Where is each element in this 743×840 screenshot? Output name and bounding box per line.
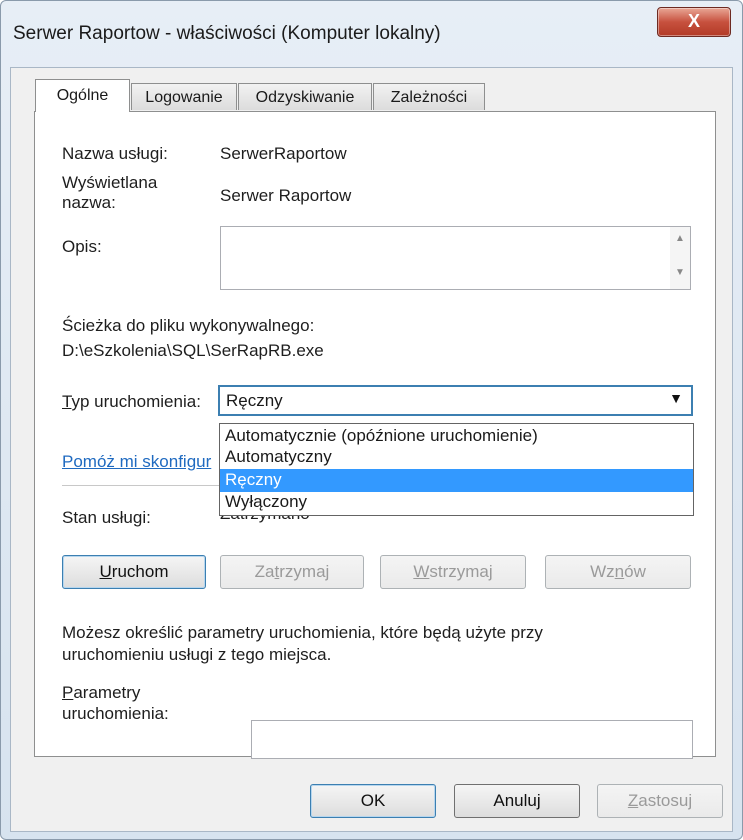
- title-bar[interactable]: Serwer Raportow - właściwości (Komputer …: [1, 1, 742, 67]
- description-scrollbar[interactable]: ▲ ▼: [670, 227, 690, 289]
- description-field[interactable]: ▲ ▼: [220, 226, 691, 290]
- startup-option-automatic-delayed[interactable]: Automatycznie (opóźnione uruchomienie): [220, 425, 693, 448]
- window-title: Serwer Raportow - właściwości (Komputer …: [13, 23, 441, 44]
- scroll-up-icon[interactable]: ▲: [675, 233, 685, 244]
- close-icon: X: [687, 11, 700, 31]
- service-status-label: Stan usługi:: [62, 508, 151, 527]
- params-label-line1-rest: arametry: [73, 683, 141, 702]
- start-button-accel: U: [99, 562, 112, 581]
- tab-dependencies-label: Zależności: [390, 89, 468, 106]
- general-tab-panel: Nazwa usługi: SerwerRaportow Wyświetlana…: [34, 111, 716, 759]
- display-name-value: Serwer Raportow: [220, 186, 352, 205]
- stop-button-rest: rzymaj: [279, 562, 330, 581]
- apply-button[interactable]: Zastosuj: [597, 784, 723, 818]
- help-configure-link[interactable]: Pomóż mi skonfigur: [62, 452, 211, 472]
- startup-type-label-rest: yp uruchomienia:: [71, 392, 201, 411]
- description-label: Opis:: [62, 237, 102, 256]
- resume-button[interactable]: Wznów: [545, 555, 691, 589]
- params-label-accel: P: [62, 683, 74, 702]
- pause-button-accel: W: [413, 562, 430, 581]
- stop-button-pre: Za: [254, 562, 275, 581]
- tab-general-label: Ogólne: [56, 87, 109, 104]
- startup-type-label: Typ uruchomienia:: [62, 391, 201, 412]
- tab-logon[interactable]: Logowanie: [131, 83, 237, 110]
- params-label-line1: Parametry: [62, 682, 140, 703]
- tab-general[interactable]: Ogólne: [35, 79, 130, 112]
- params-note-line2: uruchomieniu usługi z tego miejsca.: [62, 645, 332, 664]
- startup-option-manual[interactable]: Ręczny: [220, 469, 693, 492]
- startup-type-selected: Ręczny: [226, 391, 283, 410]
- cancel-button[interactable]: Anuluj: [454, 784, 580, 818]
- startup-option-disabled[interactable]: Wyłączony: [220, 491, 693, 514]
- display-name-label-line1: Wyświetlana: [62, 173, 158, 192]
- tab-recovery-label: Odzyskiwanie: [255, 89, 355, 106]
- resume-button-accel: n: [614, 562, 625, 581]
- close-button[interactable]: X: [657, 7, 731, 37]
- startup-type-select[interactable]: Ręczny ▼: [218, 385, 693, 416]
- apply-button-rest: astosuj: [638, 791, 693, 810]
- executable-path-label: Ścieżka do pliku wykonywalnego:: [62, 316, 315, 335]
- tab-dependencies[interactable]: Zależności: [373, 83, 485, 110]
- service-name-value: SerwerRaportow: [220, 144, 347, 163]
- params-label-line2: uruchomienia:: [62, 704, 169, 723]
- startup-option-automatic[interactable]: Automatyczny: [220, 446, 693, 469]
- cancel-button-label: Anuluj: [493, 791, 541, 810]
- startup-type-dropdown: Automatycznie (opóźnione uruchomienie) A…: [219, 423, 694, 516]
- stop-button[interactable]: Zatrzymaj: [220, 555, 364, 589]
- start-parameters-input[interactable]: [251, 720, 693, 759]
- ok-button[interactable]: OK: [310, 784, 436, 818]
- chevron-down-icon[interactable]: ▼: [669, 390, 683, 406]
- pause-button-rest: strzymaj: [429, 562, 493, 581]
- params-note-line1: Możesz określić parametry uruchomienia, …: [62, 623, 543, 642]
- ok-button-label: OK: [360, 791, 386, 810]
- resume-button-pre: Wz: [590, 562, 615, 581]
- scroll-down-icon[interactable]: ▼: [675, 267, 685, 278]
- service-name-label: Nazwa usługi:: [62, 144, 168, 163]
- start-button[interactable]: Uruchom: [62, 555, 206, 589]
- display-name-label-line2: nazwa:: [62, 193, 116, 212]
- tab-logon-label: Logowanie: [145, 89, 223, 106]
- start-button-rest: ruchom: [111, 562, 169, 581]
- executable-path-value: D:\eSzkolenia\SQL\SerRapRB.exe: [62, 341, 324, 360]
- apply-button-accel: Z: [627, 791, 639, 810]
- resume-button-rest: ów: [624, 562, 646, 581]
- properties-dialog: Serwer Raportow - właściwości (Komputer …: [0, 0, 743, 840]
- tab-recovery[interactable]: Odzyskiwanie: [238, 83, 372, 110]
- dialog-client-area: Ogólne Logowanie Odzyskiwanie Zależności…: [10, 67, 733, 832]
- pause-button[interactable]: Wstrzymaj: [380, 555, 526, 589]
